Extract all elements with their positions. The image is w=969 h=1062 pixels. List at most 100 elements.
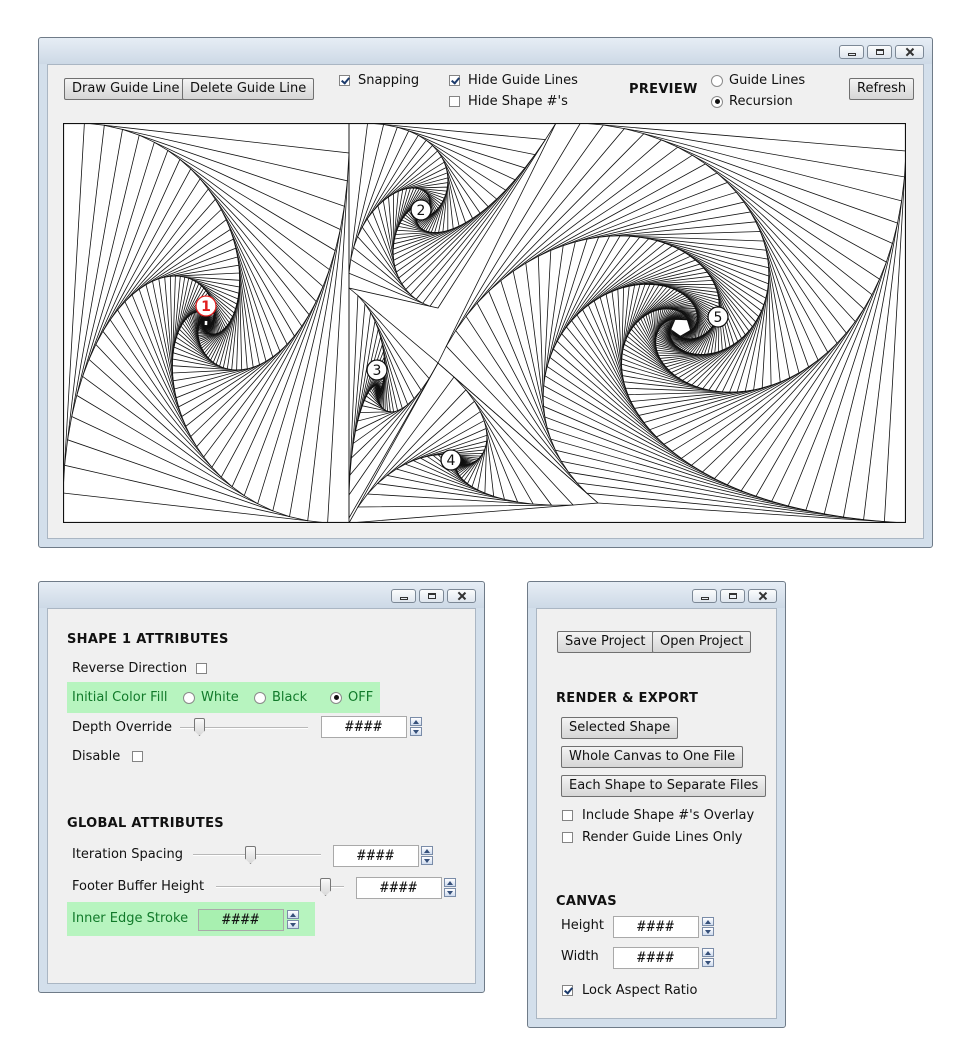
iteration-spacing-label-row: Iteration Spacing [72, 847, 183, 862]
maximize-icon[interactable] [867, 45, 892, 59]
minimize-icon[interactable] [692, 589, 717, 603]
export-each-shape-button[interactable]: Each Shape to Separate Files [561, 775, 767, 797]
depth-override-stepper[interactable] [410, 717, 422, 737]
iteration-spacing-stepper[interactable] [421, 846, 433, 866]
export-selected-shape-button[interactable]: Selected Shape [561, 717, 679, 739]
stepper-up-icon[interactable] [702, 948, 714, 957]
export-whole-canvas-button[interactable]: Whole Canvas to One File [561, 746, 744, 768]
shape-marker-label: 1 [201, 299, 211, 315]
window-controls [391, 589, 476, 603]
render-guides-only-option[interactable]: Render Guide Lines Only [562, 830, 743, 845]
shape-marker-2[interactable]: 2 [410, 199, 432, 221]
minimize-icon[interactable] [391, 589, 416, 603]
inner-edge-stroke-stepper[interactable] [287, 910, 299, 930]
depth-override-label: Depth Override [72, 720, 172, 735]
shape-3-spiral[interactable] [348, 287, 439, 520]
preview-guide-lines-radio[interactable] [711, 74, 723, 87]
maximize-icon[interactable] [419, 589, 444, 603]
hide-shape-numbers-option[interactable]: Hide Shape #'s [449, 94, 568, 109]
render-guides-only-checkbox[interactable] [562, 832, 573, 843]
disable-option[interactable]: Disable [72, 749, 144, 764]
close-icon[interactable] [447, 589, 476, 603]
stepper-up-icon[interactable] [287, 910, 299, 919]
include-overlay-checkbox[interactable] [562, 810, 573, 821]
minimize-icon[interactable] [839, 45, 864, 59]
shape-marker-4[interactable]: 4 [440, 449, 462, 471]
stepper-up-icon[interactable] [702, 917, 714, 926]
stepper-down-icon[interactable] [702, 958, 714, 967]
close-icon[interactable] [748, 589, 777, 603]
footer-buffer-label-row: Footer Buffer Height [72, 879, 204, 894]
drawing-canvas[interactable]: 1 2 3 4 5 [63, 123, 906, 523]
canvas-width-stepper[interactable] [702, 948, 714, 968]
window-controls [692, 589, 777, 603]
snapping-label: Snapping [358, 73, 420, 88]
stepper-down-icon[interactable] [444, 888, 456, 897]
lock-aspect-option[interactable]: Lock Aspect Ratio [562, 983, 697, 998]
global-attributes-header: GLOBAL ATTRIBUTES [67, 816, 224, 831]
color-white-option[interactable]: White [183, 690, 239, 705]
draw-guide-line-button[interactable]: Draw Guide Line [64, 78, 188, 100]
color-off-radio[interactable] [330, 691, 342, 704]
inner-edge-stroke-label-row: Inner Edge Stroke [72, 911, 188, 926]
shape-marker-label: 2 [417, 203, 426, 219]
canvas-width-value[interactable]: #### [613, 947, 699, 969]
stepper-down-icon[interactable] [421, 856, 433, 865]
iteration-spacing-slider-track[interactable] [193, 854, 321, 856]
stepper-down-icon[interactable] [702, 927, 714, 936]
color-black-option[interactable]: Black [254, 690, 307, 705]
color-black-label: Black [272, 690, 308, 705]
depth-override-value[interactable]: #### [321, 716, 407, 738]
include-overlay-label: Include Shape #'s Overlay [582, 808, 755, 823]
color-off-label: OFF [348, 690, 374, 705]
shape-marker-1[interactable]: 1 [195, 295, 217, 317]
refresh-button[interactable]: Refresh [849, 78, 915, 100]
color-off-option[interactable]: OFF [330, 690, 373, 705]
color-black-radio[interactable] [254, 691, 266, 704]
shape-marker-label: 3 [373, 363, 382, 379]
hide-guide-lines-checkbox[interactable] [449, 75, 460, 86]
hide-guide-lines-option[interactable]: Hide Guide Lines [449, 73, 578, 88]
initial-color-fill-row: Initial Color Fill [72, 690, 168, 705]
color-white-label: White [201, 690, 239, 705]
open-project-button[interactable]: Open Project [652, 631, 752, 653]
hide-shape-numbers-checkbox[interactable] [449, 96, 460, 107]
iteration-spacing-value[interactable]: #### [333, 845, 419, 867]
snapping-option[interactable]: Snapping [339, 73, 419, 88]
reverse-direction-option[interactable]: Reverse Direction [72, 661, 208, 676]
delete-guide-line-button[interactable]: Delete Guide Line [182, 78, 315, 100]
color-white-radio[interactable] [183, 691, 195, 704]
include-overlay-option[interactable]: Include Shape #'s Overlay [562, 808, 754, 823]
shape-1-spiral[interactable] [63, 123, 350, 523]
stepper-up-icon[interactable] [410, 717, 422, 726]
inner-edge-stroke-label: Inner Edge Stroke [72, 911, 189, 926]
preview-guide-lines-option[interactable]: Guide Lines [711, 73, 805, 88]
shape-marker-5[interactable]: 5 [707, 306, 729, 328]
disable-label: Disable [72, 749, 121, 764]
lock-aspect-checkbox[interactable] [562, 985, 573, 996]
footer-buffer-value[interactable]: #### [356, 877, 442, 899]
hide-shape-numbers-label: Hide Shape #'s [468, 94, 568, 109]
close-icon[interactable] [895, 45, 924, 59]
shape-marker-3[interactable]: 3 [366, 359, 388, 381]
save-project-button[interactable]: Save Project [557, 631, 654, 653]
maximize-icon[interactable] [720, 589, 745, 603]
canvas-width-label-row: Width [561, 949, 599, 964]
initial-color-fill-label: Initial Color Fill [72, 690, 168, 705]
footer-buffer-height-label: Footer Buffer Height [72, 879, 205, 894]
inner-edge-stroke-value[interactable]: #### [198, 909, 284, 931]
disable-checkbox[interactable] [132, 751, 144, 762]
shape-5-spiral[interactable] [437, 123, 906, 523]
preview-recursion-radio[interactable] [711, 95, 723, 108]
stepper-down-icon[interactable] [410, 727, 422, 736]
stepper-down-icon[interactable] [287, 920, 299, 929]
stepper-up-icon[interactable] [421, 846, 433, 855]
render-export-header: RENDER & EXPORT [556, 691, 699, 706]
canvas-height-stepper[interactable] [702, 917, 714, 937]
preview-recursion-option[interactable]: Recursion [711, 94, 793, 109]
reverse-direction-checkbox[interactable] [196, 663, 208, 674]
footer-buffer-stepper[interactable] [444, 878, 456, 898]
canvas-height-value[interactable]: #### [613, 916, 699, 938]
stepper-up-icon[interactable] [444, 878, 456, 887]
snapping-checkbox[interactable] [339, 75, 350, 86]
